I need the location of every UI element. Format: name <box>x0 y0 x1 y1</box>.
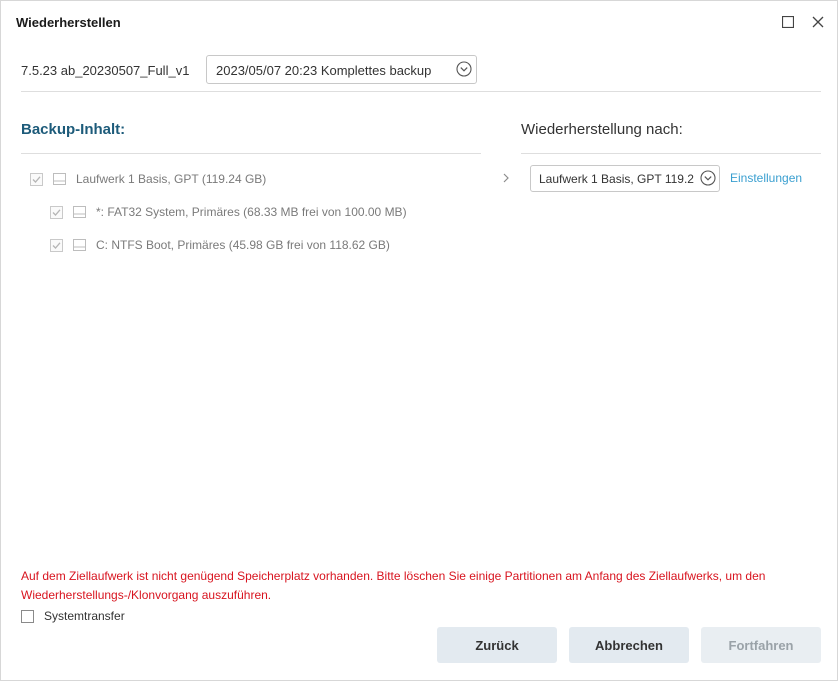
tree-item-partition-c[interactable]: C: NTFS Boot, Primäres (45.98 GB frei vo… <box>50 236 390 254</box>
disk1-label: Laufwerk 1 Basis, GPT (119.24 GB) <box>76 172 267 186</box>
right-section-divider <box>521 153 821 154</box>
left-section-divider <box>21 153 481 154</box>
check-icon <box>32 175 41 183</box>
chevron-down-icon <box>456 61 472 77</box>
chevron-down-icon <box>700 170 716 186</box>
target-disk-dropdown[interactable]: Laufwerk 1 Basis, GPT 119.24 GB <box>530 165 720 192</box>
restore-target-title: Wiederherstellung nach: <box>521 121 683 138</box>
close-icon <box>812 16 824 28</box>
partition-icon <box>73 206 86 218</box>
backup-point-value: 2023/05/07 20:23 Komplettes backup <box>216 63 432 78</box>
system-transfer-checkbox[interactable] <box>21 609 34 623</box>
tree-item-disk1[interactable]: Laufwerk 1 Basis, GPT (119.24 GB) <box>30 170 266 188</box>
continue-button[interactable]: Fortfahren <box>701 627 821 663</box>
backup-version-label: 7.5.23 ab_20230507_Full_v1 <box>21 63 190 78</box>
disk1-checkbox[interactable] <box>30 172 43 186</box>
system-transfer-label: Systemtransfer <box>44 609 125 623</box>
settings-link[interactable]: Einstellungen <box>730 171 802 185</box>
maximize-button[interactable] <box>778 12 798 32</box>
tree-item-partition-system[interactable]: *: FAT32 System, Primäres (68.33 MB frei… <box>50 203 407 221</box>
back-button[interactable]: Zurück <box>437 627 557 663</box>
partition-system-checkbox[interactable] <box>50 205 63 219</box>
window-title: Wiederherstellen <box>16 15 121 30</box>
partition-system-label: *: FAT32 System, Primäres (68.33 MB frei… <box>96 205 407 219</box>
error-message: Auf dem Ziellaufwerk ist nicht genügend … <box>21 569 766 602</box>
chevron-right-icon <box>503 173 509 183</box>
partition-icon <box>73 239 86 251</box>
partition-c-label: C: NTFS Boot, Primäres (45.98 GB frei vo… <box>96 238 390 252</box>
backup-content-title: Backup-Inhalt: <box>21 121 126 138</box>
system-transfer-option[interactable]: Systemtransfer <box>21 609 125 623</box>
check-icon <box>52 241 61 249</box>
maximize-icon <box>782 16 794 28</box>
restore-dialog: Wiederherstellen 7.5.23 ab_20230507_Full… <box>0 0 838 681</box>
title-bar: Wiederherstellen <box>1 1 837 43</box>
disk-icon <box>53 173 66 185</box>
header-divider <box>21 91 821 92</box>
check-icon <box>52 208 61 216</box>
partition-c-checkbox[interactable] <box>50 238 63 252</box>
cancel-button[interactable]: Abbrechen <box>569 627 689 663</box>
target-disk-value: Laufwerk 1 Basis, GPT 119.24 GB <box>539 172 694 186</box>
close-button[interactable] <box>808 12 828 32</box>
backup-point-dropdown[interactable]: 2023/05/07 20:23 Komplettes backup <box>206 55 477 84</box>
